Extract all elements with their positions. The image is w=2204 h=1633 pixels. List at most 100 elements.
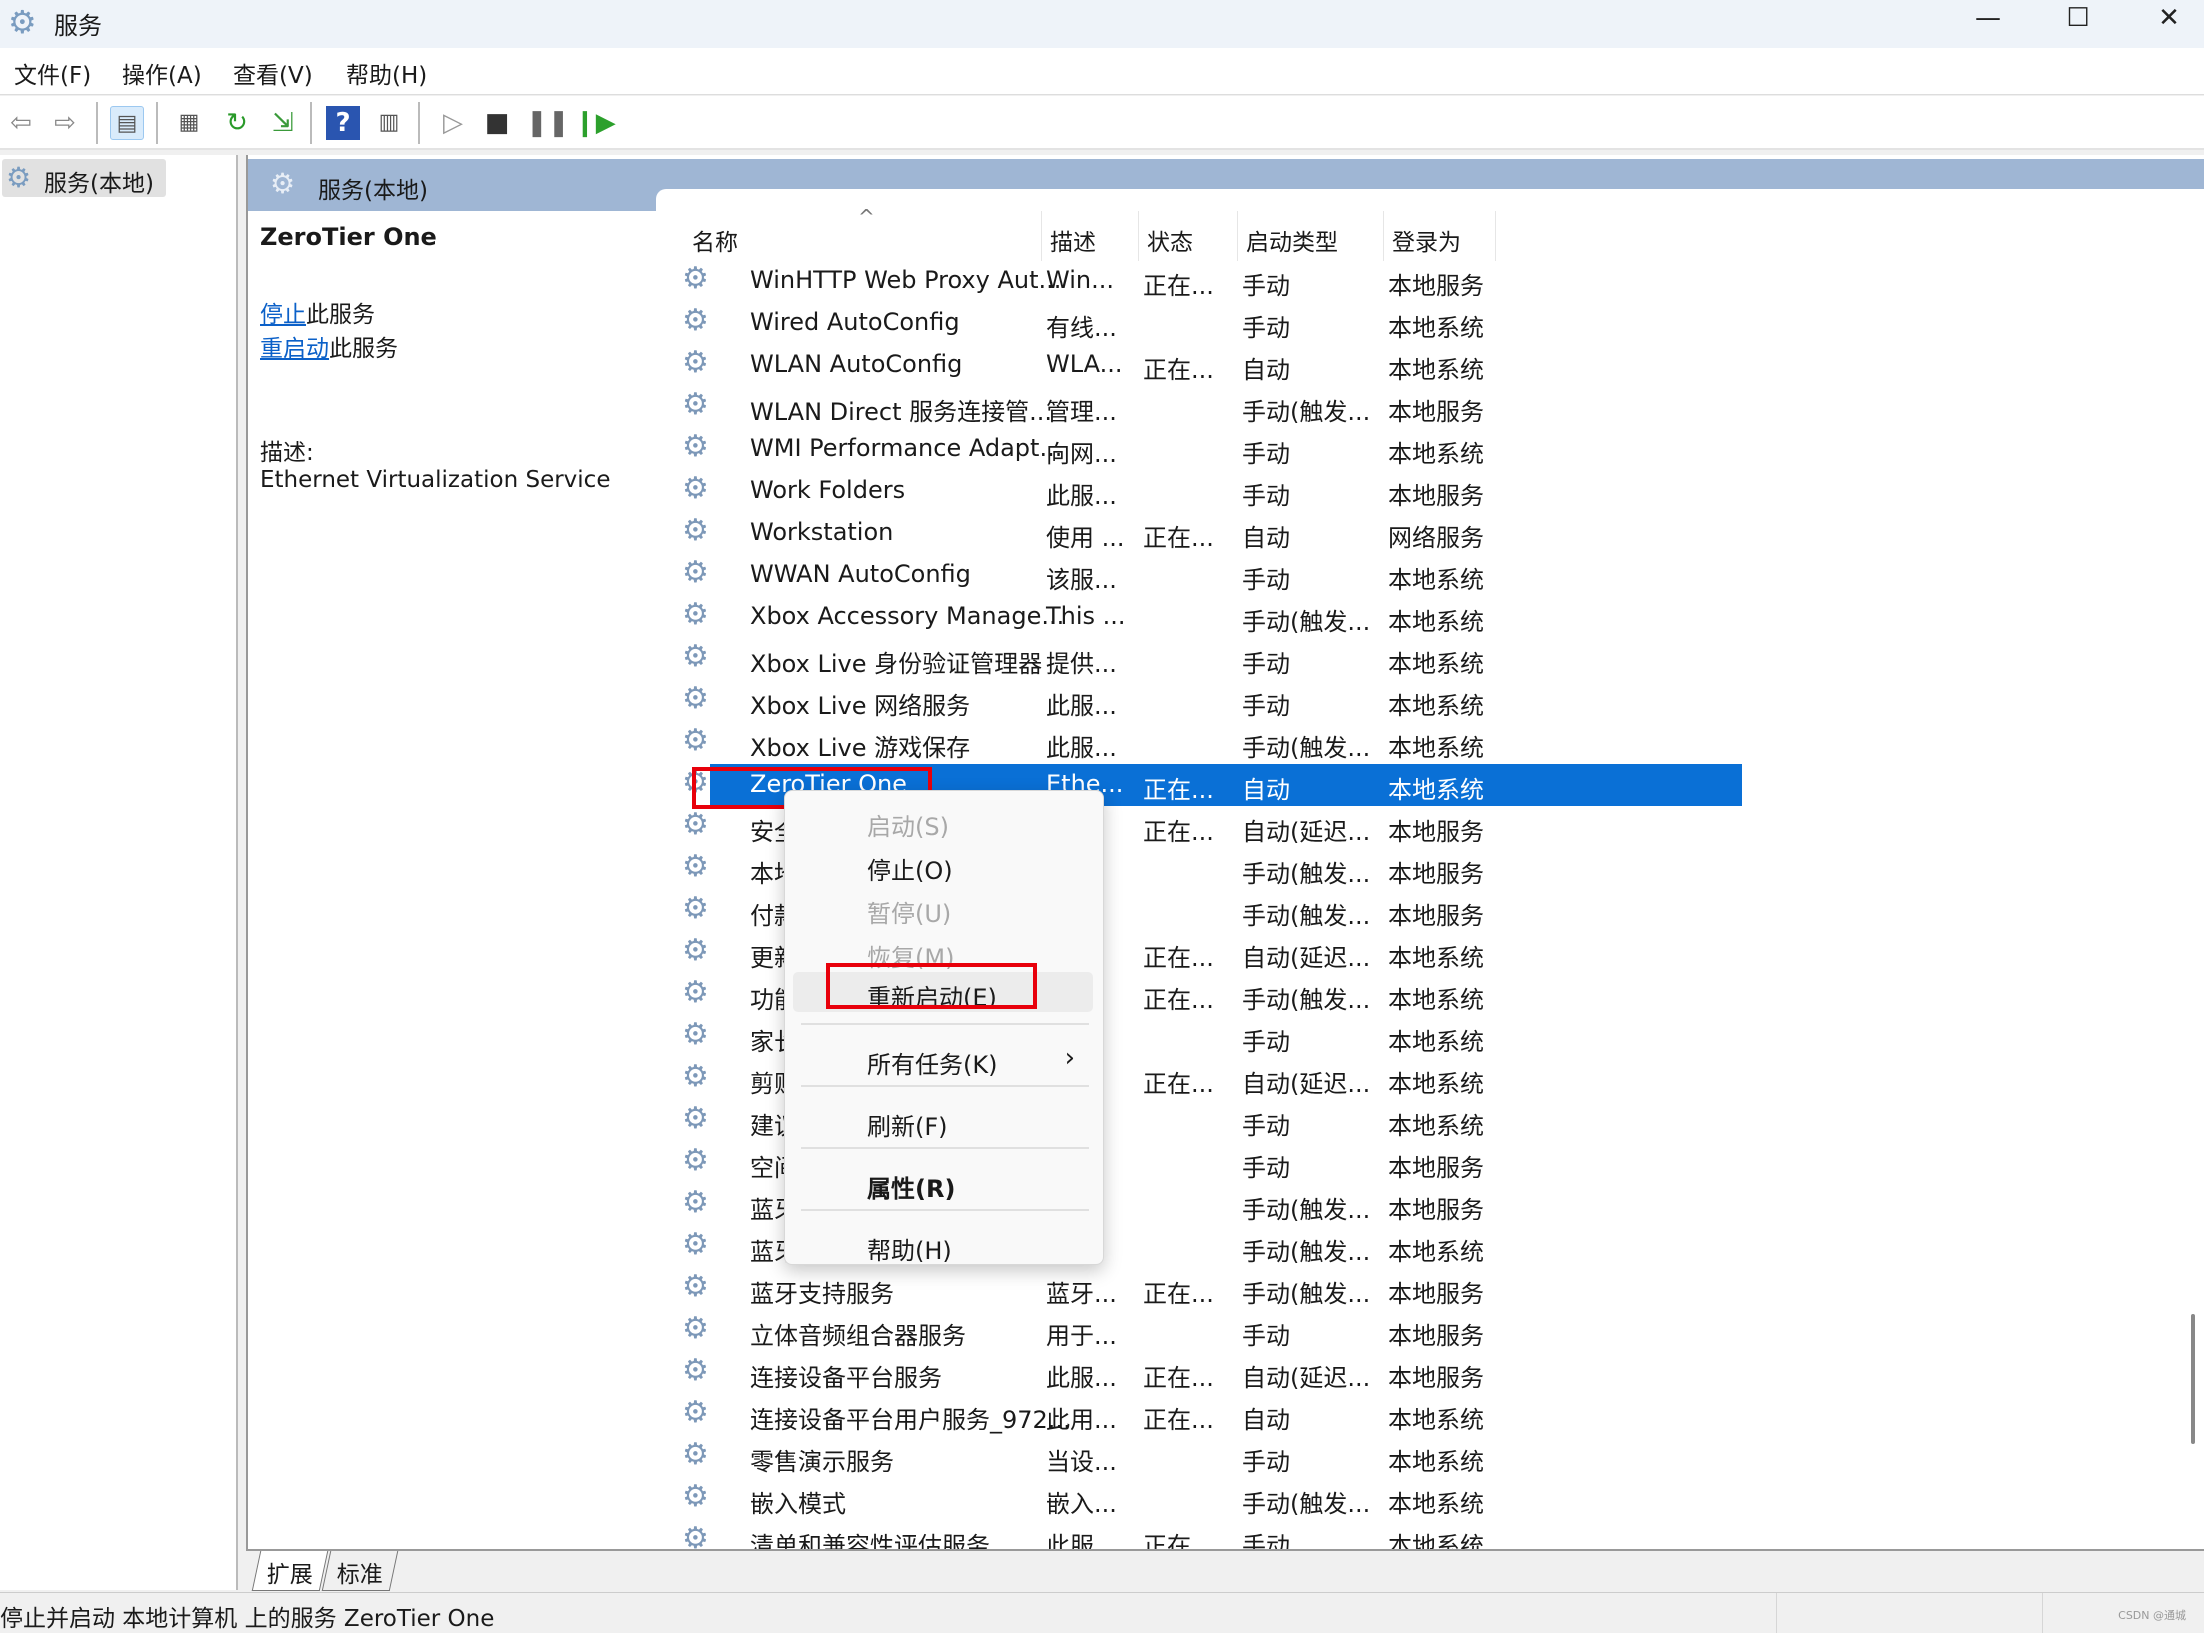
service-gear-icon: ⚙ xyxy=(682,681,709,716)
service-row[interactable]: ⚙ WinHTTP Web Proxy Aut... Win... 正在... 手动 本地… xyxy=(678,260,1748,302)
resume-service-icon[interactable]: ❙▶ xyxy=(574,106,616,140)
column-header-startup-type[interactable]: 启动类型 xyxy=(1238,211,1384,261)
service-row[interactable]: ⚙ Workstation 使用 ... 正在... 自动 网络服务 xyxy=(678,512,1748,554)
service-description: WLA... xyxy=(1046,350,1123,378)
service-startup-type: 手动(触发... xyxy=(1242,398,1371,426)
menu-file[interactable]: 文件(F) xyxy=(14,56,91,90)
service-name: 蓝牙支持服务 xyxy=(750,1280,894,1308)
service-status: 正在... xyxy=(1143,818,1214,846)
service-logon-as: 本地系统 xyxy=(1388,734,1484,762)
service-status: 正在... xyxy=(1143,1406,1214,1434)
service-gear-icon: ⚙ xyxy=(682,723,709,758)
service-gear-icon: ⚙ xyxy=(682,1269,709,1304)
export-list-icon[interactable]: ⇲ xyxy=(266,106,300,140)
service-name: Xbox Accessory Manage... xyxy=(750,602,1065,630)
pause-service-icon[interactable]: ❚❚ xyxy=(526,106,570,140)
service-name: Xbox Live 身份验证管理器 xyxy=(750,650,1043,678)
service-startup-type: 自动 xyxy=(1242,776,1290,804)
service-description: 蓝牙... xyxy=(1046,1280,1117,1308)
menu-help[interactable]: 帮助(H) xyxy=(346,56,427,90)
service-status: 正在... xyxy=(1143,1364,1214,1392)
menu-view[interactable]: 查看(V) xyxy=(233,56,313,90)
service-description: 管理... xyxy=(1046,398,1117,426)
service-startup-type: 手动(触发... xyxy=(1242,902,1371,930)
back-arrow-icon[interactable]: ⇦ xyxy=(4,106,38,140)
service-startup-type: 手动(触发... xyxy=(1242,1238,1371,1266)
service-row[interactable]: ⚙ Wired AutoConfig 有线... 手动 本地系统 xyxy=(678,302,1748,344)
service-row[interactable]: ⚙ Xbox Live 游戏保存 此服... 手动(触发... 本地系统 xyxy=(678,722,1748,764)
context-menu-item[interactable]: 所有任务(K) › xyxy=(793,1039,1093,1079)
watermark: CSDN @通城 xyxy=(2118,1609,2186,1622)
service-name: WWAN AutoConfig xyxy=(750,560,971,588)
service-logon-as: 本地系统 xyxy=(1388,1238,1484,1266)
service-row[interactable]: ⚙ Xbox Accessory Manage... This ... 手动(触发..… xyxy=(678,596,1748,638)
service-startup-type: 手动(触发... xyxy=(1242,1280,1371,1308)
refresh-icon[interactable]: ↻ xyxy=(220,106,254,140)
start-service-icon[interactable]: ▷ xyxy=(436,106,470,140)
view-tabs: 扩展 标准 xyxy=(246,1549,2204,1591)
service-logon-as: 本地系统 xyxy=(1388,986,1484,1014)
service-row[interactable]: ⚙ Work Folders 此服... 手动 本地服务 xyxy=(678,470,1748,512)
close-button[interactable]: ✕ xyxy=(2134,0,2204,40)
service-gear-icon: ⚙ xyxy=(682,807,709,842)
context-menu-item[interactable]: 属性(R) xyxy=(793,1163,1093,1203)
vertical-scrollbar-thumb[interactable] xyxy=(2191,1314,2195,1444)
context-menu-item[interactable]: 刷新(F) xyxy=(793,1101,1093,1141)
context-menu-separator xyxy=(801,1209,1089,1211)
menu-action[interactable]: 操作(A) xyxy=(122,56,202,90)
service-row[interactable]: ⚙ Xbox Live 网络服务 此服... 手动 本地系统 xyxy=(678,680,1748,722)
tree-item-services-local[interactable]: ⚙ 服务(本地) xyxy=(2,159,166,197)
service-startup-type: 自动 xyxy=(1242,356,1290,384)
context-menu-item-label: 属性(R) xyxy=(867,1175,956,1203)
column-header-logon-as[interactable]: 登录为 xyxy=(1384,211,1496,261)
service-logon-as: 本地服务 xyxy=(1388,860,1484,888)
tab-extended[interactable]: 扩展 xyxy=(251,1551,329,1591)
service-name: WLAN Direct 服务连接管... xyxy=(750,398,1053,426)
column-header-description[interactable]: 描述 xyxy=(1042,211,1139,261)
service-row[interactable]: ⚙ 零售演示服务 当设... 手动 本地系统 xyxy=(678,1436,1748,1478)
action-pane-icon[interactable]: ▥ xyxy=(372,106,406,140)
minimize-button[interactable]: — xyxy=(1953,0,2023,40)
service-logon-as: 本地系统 xyxy=(1388,1490,1484,1518)
maximize-button[interactable]: ☐ xyxy=(2043,0,2113,40)
service-row[interactable]: ⚙ Xbox Live 身份验证管理器 提供... 手动 本地系统 xyxy=(678,638,1748,680)
context-menu-separator xyxy=(801,1147,1089,1149)
service-row[interactable]: ⚙ 连接设备平台服务 此服... 正在... 自动(延迟... 本地服务 xyxy=(678,1352,1748,1394)
service-logon-as: 本地系统 xyxy=(1388,1070,1484,1098)
restart-service-line: 重启动此服务 xyxy=(260,329,398,363)
service-gear-icon: ⚙ xyxy=(682,975,709,1010)
service-description: 嵌入... xyxy=(1046,1490,1117,1518)
status-bar: 停止并启动 本地计算机 上的服务 ZeroTier One CSDN @通城 xyxy=(0,1592,2204,1633)
forward-arrow-icon[interactable]: ⇨ xyxy=(48,106,82,140)
service-startup-type: 自动 xyxy=(1242,1406,1290,1434)
service-row[interactable]: ⚙ WLAN Direct 服务连接管... 管理... 手动(触发... 本地服务 xyxy=(678,386,1748,428)
stop-service-icon[interactable]: ■ xyxy=(480,106,514,140)
status-text: 停止并启动 本地计算机 上的服务 ZeroTier One xyxy=(0,1606,495,1632)
service-row[interactable]: ⚙ 蓝牙支持服务 蓝牙... 正在... 手动(触发... 本地服务 xyxy=(678,1268,1748,1310)
tab-extended-label: 扩展 xyxy=(266,1562,313,1588)
tab-standard[interactable]: 标准 xyxy=(321,1551,399,1591)
context-menu-item[interactable]: 帮助(H) xyxy=(793,1225,1093,1265)
context-menu-item[interactable]: 停止(O) xyxy=(793,845,1093,885)
properties-icon[interactable]: ▦ xyxy=(172,106,206,140)
service-row[interactable]: ⚙ 立体音频组合器服务 用于... 手动 本地服务 xyxy=(678,1310,1748,1352)
service-startup-type: 手动 xyxy=(1242,272,1290,300)
service-row[interactable]: ⚙ 连接设备平台用户服务_972... 此用... 正在... 自动 本地系统 xyxy=(678,1394,1748,1436)
service-row[interactable]: ⚙ WLAN AutoConfig WLA... 正在... 自动 本地系统 xyxy=(678,344,1748,386)
help-icon[interactable]: ? xyxy=(326,106,360,140)
show-hide-console-tree-icon[interactable]: ▤ xyxy=(110,106,144,140)
service-status: 正在... xyxy=(1143,776,1214,804)
service-row[interactable]: ⚙ 嵌入模式 嵌入... 手动(触发... 本地系统 xyxy=(678,1478,1748,1520)
service-description: 此服... xyxy=(1046,734,1117,762)
service-row[interactable]: ⚙ WWAN AutoConfig 该服... 手动 本地系统 xyxy=(678,554,1748,596)
service-logon-as: 本地服务 xyxy=(1388,1322,1484,1350)
stop-service-link[interactable]: 停止 xyxy=(260,302,306,328)
restart-service-link[interactable]: 重启动 xyxy=(260,336,329,362)
column-name-label: 名称 xyxy=(692,230,738,256)
column-header-status[interactable]: 状态 xyxy=(1139,211,1238,261)
service-status: 正在... xyxy=(1143,944,1214,972)
service-gear-icon: ⚙ xyxy=(682,261,709,296)
service-startup-type: 手动 xyxy=(1242,440,1290,468)
service-gear-icon: ⚙ xyxy=(682,849,709,884)
service-row[interactable]: ⚙ WMI Performance Adapt... 向网... 手动 本地系统 xyxy=(678,428,1748,470)
